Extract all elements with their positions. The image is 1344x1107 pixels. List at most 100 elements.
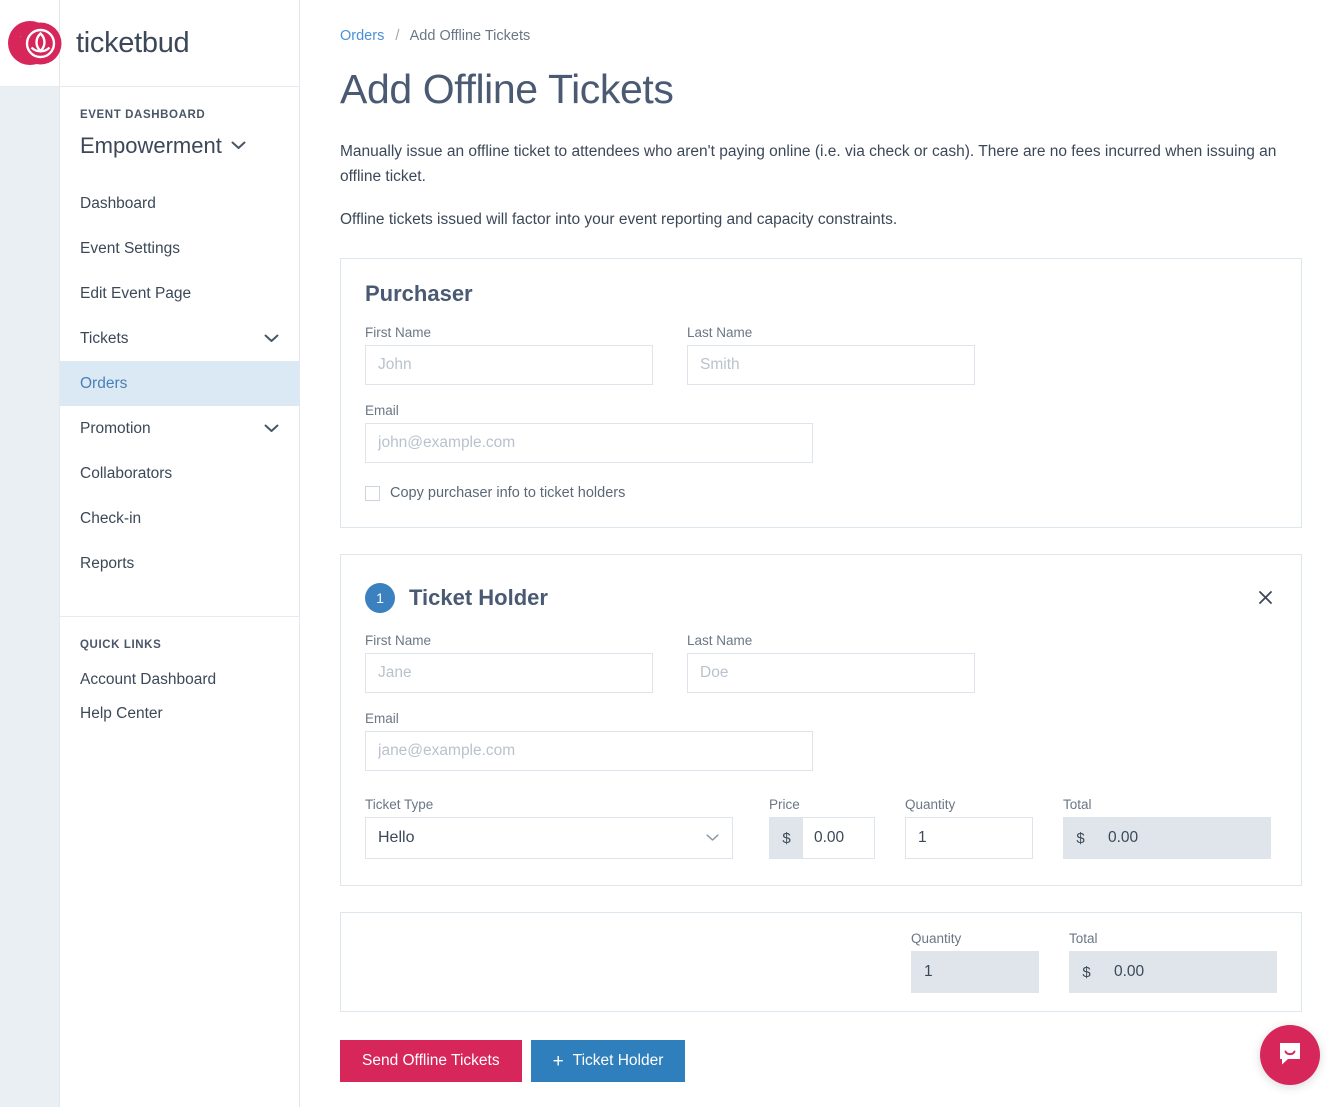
purchaser-email-input[interactable] <box>365 423 813 463</box>
holder-last-name-input[interactable] <box>687 653 975 693</box>
copy-purchaser-checkbox[interactable] <box>365 485 380 501</box>
brand-name: ticketbud <box>76 26 190 59</box>
sidebar-item-label: Tickets <box>80 330 129 347</box>
purchaser-last-name-label: Last Name <box>687 325 753 340</box>
sidebar-item-promotion[interactable]: Promotion <box>60 406 299 451</box>
copy-purchaser-row[interactable]: Copy purchaser info to ticket holders <box>365 485 1277 501</box>
total-group: Total $ <box>1063 797 1271 859</box>
quick-link-help-center[interactable]: Help Center <box>60 697 299 731</box>
holder-name-row: First Name Last Name <box>365 633 1277 693</box>
summary-total-label: Total <box>1069 931 1098 946</box>
plus-icon: + <box>552 1050 564 1072</box>
purchaser-last-name-input[interactable] <box>687 345 975 385</box>
breadcrumb-current: Add Offline Tickets <box>409 28 531 44</box>
ticket-selection-row: Ticket Type Hello Price $ 0.00 Quantity … <box>365 797 1277 859</box>
quick-links-kicker: QUICK LINKS <box>80 639 162 651</box>
price-input[interactable] <box>803 818 874 858</box>
price-label: Price <box>769 797 800 812</box>
chat-launcher-button[interactable] <box>1260 1025 1320 1085</box>
quick-link-account-dashboard[interactable]: Account Dashboard <box>60 663 299 697</box>
ticket-type-select-wrap: Hello <box>365 817 733 859</box>
chevron-down-icon <box>264 417 279 440</box>
action-buttons: Send Offline Tickets + Ticket Holder <box>340 1040 1302 1082</box>
add-ticket-holder-label: Ticket Holder <box>572 1052 664 1069</box>
purchaser-title: Purchaser <box>365 281 473 306</box>
holder-first-name-input[interactable] <box>365 653 653 693</box>
summary-quantity-label: Quantity <box>911 931 962 946</box>
app-root: LA ticketbud EVENT DASHBOARD Empowerment <box>0 0 1344 1107</box>
event-dashboard-kicker: EVENT DASHBOARD <box>80 109 206 121</box>
sidebar-item-tickets[interactable]: Tickets <box>60 316 299 361</box>
sidebar-item-event-settings[interactable]: Event Settings <box>60 226 299 271</box>
price-currency-symbol: $ <box>770 818 803 858</box>
total-value <box>1097 818 1270 858</box>
brand-bar[interactable]: ticketbud <box>0 0 300 87</box>
holder-last-name-label: Last Name <box>687 633 753 648</box>
purchaser-first-name-input[interactable] <box>365 345 653 385</box>
total-label: Total <box>1063 797 1092 812</box>
sidebar-item-edit-event-page[interactable]: Edit Event Page <box>60 271 299 316</box>
summary-total-currency-symbol: $ <box>1070 952 1103 992</box>
chevron-down-icon <box>231 137 246 155</box>
ticket-type-label: Ticket Type <box>365 797 434 812</box>
holder-first-name-group: First Name <box>365 633 653 693</box>
holder-first-name-label: First Name <box>365 633 432 648</box>
page-title: Add Offline Tickets <box>340 66 674 112</box>
sidebar-item-dashboard[interactable]: Dashboard <box>60 181 299 226</box>
event-name: Empowerment <box>80 133 222 158</box>
quantity-group: Quantity <box>905 797 1033 859</box>
sidebar-item-reports[interactable]: Reports <box>60 541 299 586</box>
purchaser-last-name-group: Last Name <box>687 325 975 385</box>
close-icon[interactable] <box>1253 585 1277 609</box>
sidebar-item-label: Reports <box>80 555 135 572</box>
purchaser-name-row: First Name Last Name <box>365 325 1277 385</box>
total-currency-symbol: $ <box>1064 818 1097 858</box>
summary-total-value <box>1103 952 1276 992</box>
sidebar-item-label: Check-in <box>80 510 142 527</box>
total-field: $ <box>1063 817 1271 859</box>
order-summary-card: Quantity Total $ <box>340 912 1302 1012</box>
purchaser-email-group: Email <box>365 403 813 463</box>
send-offline-tickets-button[interactable]: Send Offline Tickets <box>340 1040 522 1082</box>
sidebar-item-orders[interactable]: Orders <box>60 361 299 406</box>
sidebar-item-label: Collaborators <box>80 465 173 482</box>
quantity-input[interactable] <box>905 817 1033 859</box>
purchaser-email-label: Email <box>365 403 399 418</box>
purchaser-first-name-group: First Name <box>365 325 653 385</box>
summary-quantity-value <box>911 951 1039 993</box>
page-description-1: Manually issue an offline ticket to atte… <box>340 143 1277 185</box>
ticket-holder-title: Ticket Holder <box>409 585 548 610</box>
main-content: Orders / Add Offline Tickets Add Offline… <box>300 0 1344 1107</box>
holder-last-name-group: Last Name <box>687 633 975 693</box>
ticket-holder-number-badge: 1 <box>365 583 395 613</box>
ticket-holder-header: 1 Ticket Holder <box>365 583 1277 613</box>
copy-purchaser-label: Copy purchaser info to ticket holders <box>390 485 626 501</box>
chevron-down-icon <box>264 327 279 350</box>
left-rail: LA <box>0 0 60 1107</box>
sidebar-item-label: Orders <box>80 375 128 392</box>
price-group: Price $ <box>769 797 875 859</box>
breadcrumb: Orders / Add Offline Tickets <box>340 28 1302 44</box>
holder-email-group: Email <box>365 711 813 771</box>
ticket-type-select[interactable]: Hello <box>365 817 733 859</box>
sidebar-item-label: Edit Event Page <box>80 285 192 302</box>
summary-quantity-group: Quantity <box>911 931 1039 993</box>
summary-total-group: Total $ <box>1069 931 1277 993</box>
sidebar-item-check-in[interactable]: Check-in <box>60 496 299 541</box>
sidebar-item-label: Dashboard <box>80 195 156 212</box>
ticketbud-logo-icon <box>18 21 63 66</box>
price-field: $ <box>769 817 875 859</box>
sidebar-item-collaborators[interactable]: Collaborators <box>60 451 299 496</box>
summary-total-field: $ <box>1069 951 1277 993</box>
event-selector[interactable]: Empowerment <box>60 133 299 159</box>
add-ticket-holder-button[interactable]: + Ticket Holder <box>530 1040 686 1082</box>
chat-bubble-icon <box>1276 1039 1304 1072</box>
sidebar-item-label: Promotion <box>80 420 151 437</box>
quantity-label: Quantity <box>905 797 956 812</box>
purchaser-first-name-label: First Name <box>365 325 432 340</box>
holder-email-input[interactable] <box>365 731 813 771</box>
ticket-holder-card: 1 Ticket Holder First Name Last Name Ema… <box>340 554 1302 886</box>
ticket-type-group: Ticket Type Hello <box>365 797 733 859</box>
sidebar-item-label: Event Settings <box>80 240 180 257</box>
breadcrumb-orders-link[interactable]: Orders <box>340 28 384 44</box>
